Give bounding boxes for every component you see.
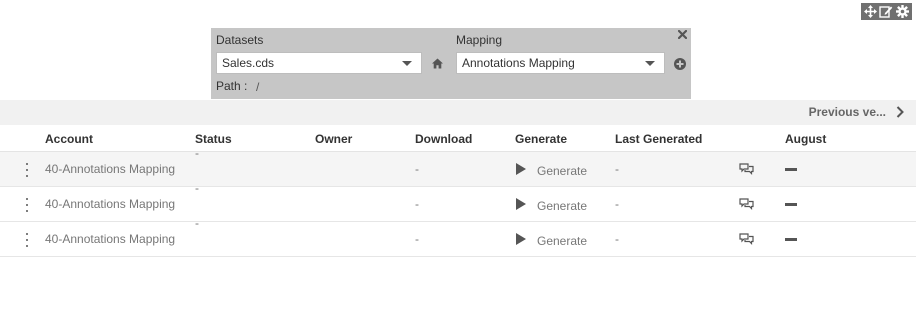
- previous-versions-bar: Previous ve...: [0, 100, 916, 125]
- column-header-download[interactable]: Download: [415, 132, 472, 146]
- status-cell: -: [195, 146, 199, 160]
- column-header-generate[interactable]: Generate: [515, 132, 567, 146]
- column-header-owner[interactable]: Owner: [315, 132, 352, 146]
- last-generated-cell: -: [615, 197, 619, 211]
- play-icon[interactable]: [516, 198, 526, 210]
- generate-button[interactable]: Generate: [537, 164, 587, 178]
- row-menu-icon[interactable]: [24, 163, 30, 177]
- gear-icon[interactable]: [895, 5, 909, 19]
- generate-button[interactable]: Generate: [537, 234, 587, 248]
- row-menu-icon[interactable]: [24, 233, 30, 247]
- row-menu-icon[interactable]: [24, 198, 30, 212]
- comments-icon[interactable]: [739, 198, 754, 213]
- widget-toolbar: [861, 3, 912, 20]
- last-generated-cell: -: [615, 162, 619, 176]
- home-icon[interactable]: [431, 57, 443, 69]
- download-cell: -: [415, 162, 419, 176]
- filter-panel: Datasets Sales.cds Mapping Annotations M…: [211, 28, 691, 99]
- account-cell: 40-Annotations Mapping: [45, 232, 176, 246]
- comments-icon[interactable]: [739, 163, 754, 178]
- minus-icon[interactable]: [785, 203, 797, 206]
- chevron-down-icon: [402, 61, 412, 66]
- mapping-label: Mapping: [456, 33, 503, 47]
- chevron-down-icon: [645, 61, 655, 66]
- last-generated-cell: -: [615, 232, 619, 246]
- download-cell: -: [415, 197, 419, 211]
- account-cell: 40-Annotations Mapping: [45, 197, 176, 211]
- move-icon[interactable]: [864, 5, 878, 19]
- chevron-right-icon[interactable]: [896, 106, 904, 121]
- table-header: Account Status Owner Download Generate L…: [0, 126, 916, 152]
- download-cell: -: [415, 232, 419, 246]
- datasets-label: Datasets: [216, 33, 264, 47]
- table-row: 40-Annotations Mapping - - Generate -: [0, 181, 916, 222]
- dataset-select[interactable]: Sales.cds: [216, 52, 422, 74]
- column-header-status[interactable]: Status: [195, 132, 232, 146]
- close-icon[interactable]: [677, 29, 687, 39]
- add-circle-icon[interactable]: [673, 57, 686, 70]
- account-cell: 40-Annotations Mapping: [45, 162, 176, 176]
- path-label: Path :: [216, 79, 248, 93]
- play-icon[interactable]: [516, 233, 526, 245]
- play-icon[interactable]: [516, 163, 526, 175]
- status-cell: -: [195, 181, 199, 195]
- comments-icon[interactable]: [739, 233, 754, 248]
- minus-icon[interactable]: [785, 238, 797, 241]
- path-value: /: [256, 80, 260, 94]
- generate-button[interactable]: Generate: [537, 199, 587, 213]
- column-header-account[interactable]: Account: [45, 132, 93, 146]
- table-row: 40-Annotations Mapping - - Generate -: [0, 216, 916, 257]
- status-cell: -: [195, 216, 199, 230]
- column-header-last-generated[interactable]: Last Generated: [615, 132, 702, 146]
- column-header-month[interactable]: August: [785, 132, 826, 146]
- minus-icon[interactable]: [785, 168, 797, 171]
- table-row: 40-Annotations Mapping - - Generate -: [0, 146, 916, 187]
- edit-icon[interactable]: [879, 5, 893, 19]
- dataset-select-value: Sales.cds: [222, 56, 275, 70]
- mapping-select[interactable]: Annotations Mapping: [456, 52, 665, 74]
- previous-versions-link[interactable]: Previous ve...: [809, 105, 886, 119]
- mapping-select-value: Annotations Mapping: [462, 56, 575, 70]
